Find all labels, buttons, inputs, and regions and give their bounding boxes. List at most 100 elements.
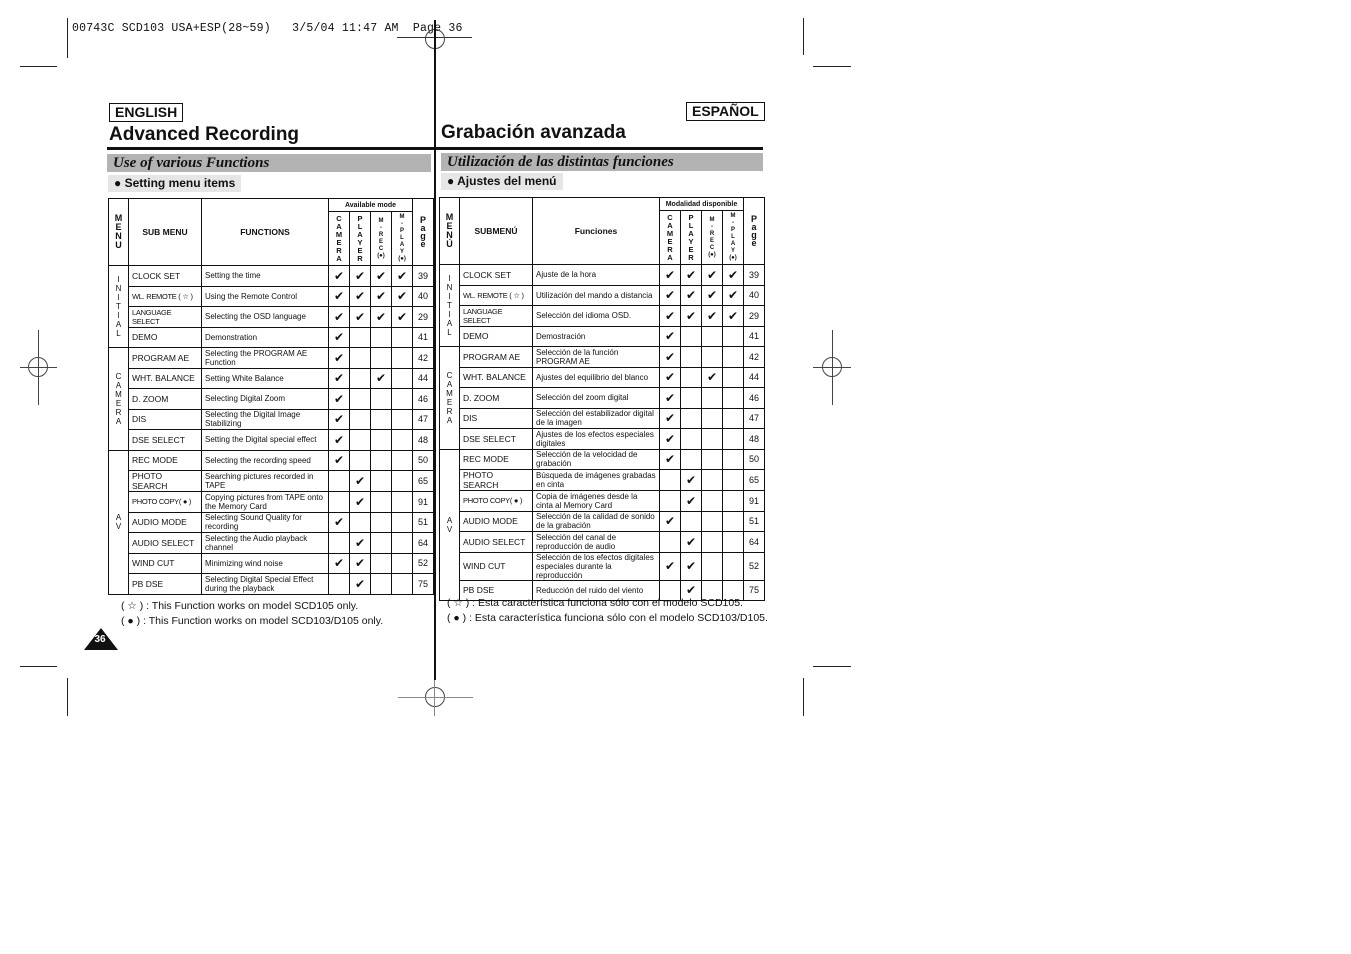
function-cell: Ajustes de los efectos especiales digita… bbox=[532, 428, 660, 450]
checkmark-icon: ✔ bbox=[390, 306, 414, 328]
empty-mode-cell bbox=[722, 387, 744, 409]
submenu-cell: DIS bbox=[459, 407, 533, 429]
checkmark-icon: ✔ bbox=[659, 325, 681, 347]
empty-mode-cell bbox=[390, 470, 414, 492]
function-cell: Setting the time bbox=[201, 265, 329, 287]
mode-header-m-play: M - P L A Y (●) bbox=[390, 211, 414, 266]
submenu-column-header: SUB MENU bbox=[128, 198, 202, 266]
submenu-cell: WHT. BALANCE bbox=[128, 367, 202, 389]
menu-category: INITIAL bbox=[108, 265, 129, 348]
checkmark-icon: ✔ bbox=[659, 346, 681, 368]
empty-mode-cell bbox=[701, 531, 723, 553]
submenu-cell: WL. REMOTE ( ☆ ) bbox=[128, 285, 202, 307]
submenu-cell: DSE SELECT bbox=[459, 428, 533, 450]
table-row: I N I T I A L CLOCK SET Ajuste de la hora ✔ ✔ ✔ ✔ 39 bbox=[439, 264, 765, 347]
page-title-spanish: Grabación avanzada bbox=[441, 122, 626, 143]
empty-mode-cell bbox=[349, 449, 371, 471]
submenu-cell: D. ZOOM bbox=[459, 387, 533, 409]
functions-column-header: Funciones bbox=[532, 197, 660, 265]
empty-mode-cell bbox=[659, 490, 681, 512]
page-cell: 51 bbox=[412, 511, 435, 533]
note-star-spanish: ( ☆ ) : Esta característica funciona sól… bbox=[447, 597, 743, 609]
empty-mode-cell bbox=[390, 552, 414, 574]
page-title-english: Advanced Recording bbox=[109, 124, 300, 145]
page-cell: 75 bbox=[743, 579, 765, 601]
empty-mode-cell bbox=[722, 510, 744, 532]
table-row: D. ZOOM Selecting Digital Zoom ✔ 46 bbox=[109, 388, 435, 410]
table-row: DSE SELECT Setting the Digital special ef… bbox=[109, 429, 435, 451]
empty-mode-cell bbox=[701, 469, 723, 491]
submenu-cell: AUDIO MODE bbox=[459, 510, 533, 532]
title-rule bbox=[436, 147, 763, 150]
submenu-cell: PB DSE bbox=[128, 573, 202, 595]
mode-header-m-rec: M - R E C (●) bbox=[701, 210, 723, 265]
submenu-cell: WIND CUT bbox=[459, 551, 533, 581]
submenu-cell: DEMO bbox=[459, 325, 533, 347]
empty-mode-cell bbox=[328, 470, 350, 492]
submenu-cell: PROGRAM AE bbox=[459, 346, 533, 368]
menu-category: CAMERA bbox=[108, 347, 129, 451]
empty-mode-cell bbox=[370, 532, 392, 554]
checkmark-icon: ✔ bbox=[659, 510, 681, 532]
checkmark-icon: ✔ bbox=[390, 265, 414, 287]
empty-mode-cell bbox=[370, 511, 392, 533]
function-cell: Utilización del mando a distancia bbox=[532, 284, 660, 306]
submenu-cell: WIND CUT bbox=[128, 552, 202, 574]
function-cell: Selección del estabilizador digital de l… bbox=[532, 407, 660, 429]
menu-category: AV bbox=[439, 448, 460, 601]
page-cell: 47 bbox=[412, 408, 435, 430]
function-cell: Selección de la calidad de sonido de la … bbox=[532, 510, 660, 532]
checkmark-icon: ✔ bbox=[349, 532, 371, 554]
submenu-cell: DSE SELECT bbox=[128, 429, 202, 451]
checkmark-icon: ✔ bbox=[328, 265, 350, 287]
empty-mode-cell bbox=[680, 325, 702, 347]
empty-mode-cell bbox=[328, 532, 350, 554]
submenu-cell: LANGUAGE SELECT bbox=[459, 305, 533, 327]
function-cell: Selección de la función PROGRAM AE bbox=[532, 346, 660, 368]
empty-mode-cell bbox=[370, 491, 392, 513]
section-title-spanish: Utilización de las distintas funciones bbox=[441, 153, 763, 171]
table-row: AUDIO MODE Selecting Sound Quality for re… bbox=[109, 511, 435, 533]
page-cell: 40 bbox=[743, 284, 765, 306]
empty-mode-cell bbox=[680, 346, 702, 368]
empty-mode-cell bbox=[390, 449, 414, 471]
checkmark-icon: ✔ bbox=[349, 306, 371, 328]
empty-mode-cell bbox=[328, 573, 350, 595]
page-cell: 65 bbox=[412, 470, 435, 492]
empty-mode-cell bbox=[701, 551, 723, 581]
checkmark-icon: ✔ bbox=[722, 264, 744, 286]
empty-mode-cell bbox=[349, 408, 371, 430]
checkmark-icon: ✔ bbox=[659, 264, 681, 286]
checkmark-icon: ✔ bbox=[680, 531, 702, 553]
empty-mode-cell bbox=[390, 532, 414, 554]
table-row: AUDIO SELECT Selección del canal de repro… bbox=[440, 531, 765, 553]
checkmark-icon: ✔ bbox=[328, 552, 350, 574]
checkmark-icon: ✔ bbox=[328, 449, 350, 471]
functions-column-header: FUNCTIONS bbox=[201, 198, 329, 266]
page-cell: 46 bbox=[743, 387, 765, 409]
submenu-cell: PROGRAM AE bbox=[128, 347, 202, 369]
empty-mode-cell bbox=[349, 326, 371, 348]
settings-table-english: M E N U SUB MENU FUNCTIONS Available mode Pa g e C… bbox=[108, 198, 435, 595]
page-cell: 91 bbox=[412, 491, 435, 513]
page-cell: 44 bbox=[412, 367, 435, 389]
empty-mode-cell bbox=[701, 428, 723, 450]
mode-header-player: PLAYER bbox=[680, 210, 702, 265]
checkmark-icon: ✔ bbox=[722, 284, 744, 306]
empty-mode-cell bbox=[722, 490, 744, 512]
available-mode-header: Modalidad disponible bbox=[659, 197, 744, 211]
empty-mode-cell bbox=[390, 347, 414, 369]
table-row: DEMO Demostración ✔ 41 bbox=[440, 325, 765, 347]
checkmark-icon: ✔ bbox=[680, 551, 702, 581]
empty-mode-cell bbox=[701, 407, 723, 429]
function-cell: Selecting Digital Zoom bbox=[201, 388, 329, 410]
empty-mode-cell bbox=[701, 346, 723, 368]
checkmark-icon: ✔ bbox=[349, 285, 371, 307]
page-column-header: Page bbox=[412, 198, 435, 266]
page-cell: 39 bbox=[412, 265, 435, 287]
checkmark-icon: ✔ bbox=[659, 428, 681, 450]
page-cell: 65 bbox=[743, 469, 765, 491]
empty-mode-cell bbox=[390, 388, 414, 410]
page-cell: 42 bbox=[743, 346, 765, 368]
empty-mode-cell bbox=[370, 573, 392, 595]
